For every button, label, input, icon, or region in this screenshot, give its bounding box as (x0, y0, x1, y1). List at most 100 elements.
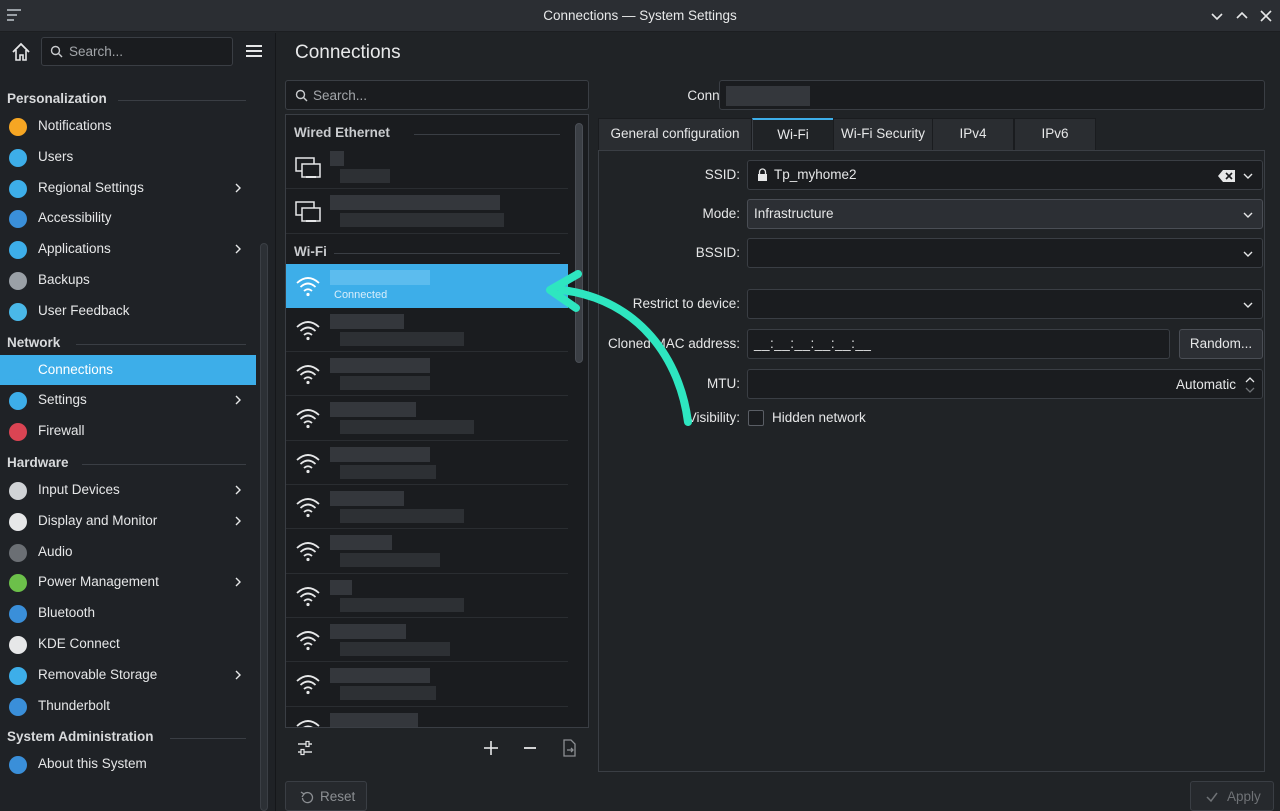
mode-combobox[interactable]: Infrastructure (747, 199, 1263, 229)
backups-icon (9, 271, 27, 290)
connection-list-toolbar (285, 734, 589, 762)
checkmark-icon (1206, 792, 1218, 803)
wifi-signal-icon (296, 586, 320, 606)
wifi-signal-icon (296, 365, 320, 385)
sidebar-item-label: Accessibility (38, 210, 112, 226)
tab-wi-fi-security[interactable]: Wi-Fi Security (833, 118, 933, 151)
wifi-connection-item[interactable] (286, 618, 568, 663)
sidebar-item-label: Notifications (38, 118, 112, 133)
sidebar-item-label: User Feedback (38, 302, 130, 318)
wired-connection-item[interactable] (286, 145, 568, 190)
sidebar-search-input[interactable]: Search... (41, 37, 233, 66)
sidebar-section-title: Hardware (7, 454, 69, 470)
redacted-connection-name (330, 313, 404, 329)
ssid-label: SSID: (704, 167, 740, 182)
maximize-window-icon[interactable] (1233, 7, 1251, 25)
mtu-value: Automatic (1175, 377, 1236, 392)
sidebar-item-backups[interactable]: Backups (0, 265, 256, 296)
redacted-connection-detail (340, 169, 390, 183)
sidebar-item-label: Power Management (38, 574, 159, 590)
export-connection-icon[interactable] (559, 738, 579, 758)
sidebar-item-thunderbolt[interactable]: Thunderbolt (0, 691, 256, 722)
wifi-connection-item[interactable] (286, 308, 568, 353)
sidebar-item-power-management[interactable]: Power Management (0, 567, 256, 598)
spin-arrows-icon[interactable] (1244, 374, 1256, 396)
remove-connection-icon[interactable] (520, 738, 540, 758)
add-connection-icon[interactable] (481, 738, 501, 758)
wifi-connection-item[interactable] (286, 707, 568, 727)
hidden-network-label[interactable]: Hidden network (772, 410, 866, 425)
connection-list: Wired Ethernet Wi-Fi Connected (285, 114, 589, 728)
sidebar-item-removable-storage[interactable]: Removable Storage (0, 660, 256, 691)
wifi-section-label: Wi-Fi (294, 243, 327, 259)
sidebar-item-users[interactable]: Users (0, 142, 256, 173)
ssid-combobox[interactable]: Tp_myhome2 (747, 160, 1263, 190)
wifi-connection-item[interactable] (286, 574, 568, 618)
bluetooth-icon (9, 605, 27, 624)
wifi-tab-pane: SSID: Tp_myhome2 Mode: Infrastructure BS… (598, 150, 1265, 772)
sidebar-item-firewall[interactable]: Firewall (0, 416, 256, 447)
wifi-connection-item-active[interactable]: Connected (286, 263, 568, 308)
tab-general-configuration[interactable]: General configuration (598, 118, 752, 151)
redacted-connection-detail (340, 376, 430, 391)
connection-name-input[interactable] (719, 80, 1265, 110)
apply-button[interactable]: Apply (1190, 781, 1274, 811)
wired-ethernet-section-header: Wired Ethernet (286, 115, 588, 145)
reset-button[interactable]: Reset (285, 781, 367, 811)
wired-connection-item[interactable] (286, 189, 568, 234)
hidden-network-checkbox[interactable] (748, 410, 764, 426)
sidebar-scrollbar[interactable] (260, 243, 268, 811)
configure-sliders-icon[interactable] (295, 738, 315, 758)
wifi-connection-item[interactable] (286, 352, 568, 397)
redacted-connection-detail (340, 331, 464, 346)
cloned-mac-input[interactable]: __:__:__:__:__:__ (747, 329, 1170, 359)
minimize-window-icon[interactable] (1208, 7, 1226, 25)
sidebar-item-label: Input Devices (38, 481, 120, 497)
clear-text-icon[interactable] (1218, 169, 1236, 183)
random-mac-button[interactable]: Random... (1179, 329, 1263, 359)
mtu-spinbox[interactable]: Automatic (747, 369, 1263, 399)
tab-wi-fi[interactable]: Wi-Fi (752, 118, 834, 151)
close-window-icon[interactable] (1257, 7, 1275, 25)
sidebar-item-bluetooth[interactable]: Bluetooth (0, 598, 256, 629)
firewall-icon (9, 423, 27, 442)
sidebar-item-settings[interactable]: Settings (0, 385, 256, 416)
connection-detail-panel: Connection name: General configurationWi… (597, 80, 1277, 772)
mode-label: Mode: (702, 206, 740, 221)
sidebar-item-kde-connect[interactable]: KDE Connect (0, 629, 256, 660)
hamburger-menu-icon[interactable] (244, 41, 264, 61)
chevron-right-icon (235, 183, 241, 193)
connection-search-placeholder: Search... (313, 88, 368, 103)
redacted-connection-name (330, 535, 392, 551)
sidebar-item-input-devices[interactable]: Input Devices (0, 475, 256, 506)
wifi-connection-item[interactable] (286, 662, 568, 707)
sidebar-item-user-feedback[interactable]: User Feedback (0, 296, 256, 327)
connection-list-scrollbar[interactable] (575, 123, 583, 363)
home-icon[interactable] (8, 39, 34, 65)
sidebar-item-connections[interactable]: Connections (0, 354, 256, 386)
wifi-connection-item[interactable] (286, 529, 568, 574)
sidebar-item-label: Applications (38, 241, 111, 257)
sidebar-item-accessibility[interactable]: Accessibility (0, 203, 256, 234)
sidebar-item-label: Audio (38, 543, 73, 559)
sidebar: Search... Personalization Notifications Us… (0, 33, 276, 811)
bssid-combobox[interactable] (747, 238, 1263, 268)
sidebar-item-regional-settings[interactable]: Regional Settings (0, 173, 256, 204)
reset-label: Reset (320, 789, 356, 804)
tab-ipv6[interactable]: IPv6 (1014, 118, 1096, 151)
sidebar-search-placeholder: Search... (69, 44, 124, 59)
sidebar-item-about-this-system[interactable]: About this System (0, 749, 256, 780)
wifi-connection-item[interactable] (286, 485, 568, 530)
restrict-device-combobox[interactable] (747, 289, 1263, 319)
sidebar-item-display-and-monitor[interactable]: Display and Monitor (0, 506, 256, 537)
sidebar-item-applications[interactable]: Applications (0, 234, 256, 265)
wifi-connection-item[interactable] (286, 396, 568, 441)
redacted-connection-name (330, 623, 406, 639)
restrict-device-label: Restrict to device: (632, 296, 740, 311)
tab-ipv4[interactable]: IPv4 (932, 118, 1014, 151)
connection-search-input[interactable]: Search... (285, 80, 589, 110)
wifi-connection-item[interactable] (286, 441, 568, 486)
sidebar-item-notifications[interactable]: Notifications (0, 111, 256, 142)
sidebar-item-audio[interactable]: Audio (0, 537, 256, 568)
wifi-signal-icon (296, 631, 320, 651)
